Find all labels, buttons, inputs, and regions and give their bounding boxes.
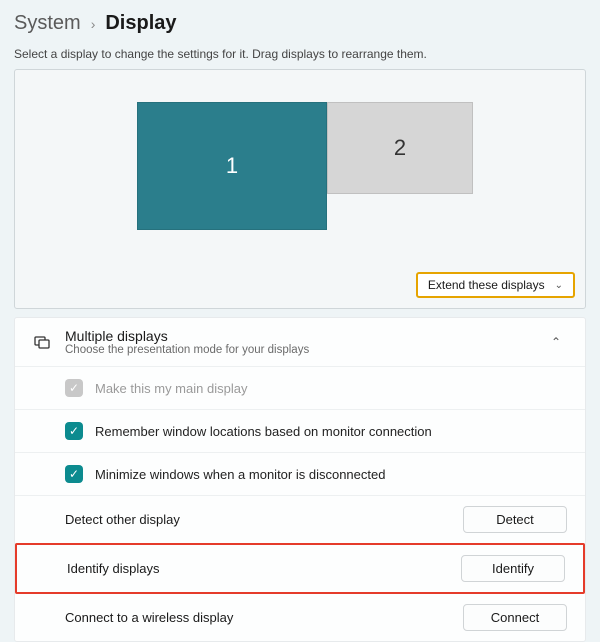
row-connect-wireless: Connect to a wireless display Connect [15, 594, 585, 641]
option-remember-locations[interactable]: ✓ Remember window locations based on mon… [15, 410, 585, 453]
connect-button[interactable]: Connect [463, 604, 567, 631]
label-minimize-windows: Minimize windows when a monitor is disco… [95, 467, 567, 482]
option-minimize-windows[interactable]: ✓ Minimize windows when a monitor is dis… [15, 453, 585, 496]
chevron-up-icon: ⌃ [551, 335, 561, 349]
chevron-right-icon: › [91, 16, 96, 32]
option-main-display: ✓ Make this my main display [15, 367, 585, 410]
identify-button[interactable]: Identify [461, 555, 565, 582]
display-mode-label: Extend these displays [428, 278, 545, 292]
multiple-displays-header[interactable]: Multiple displays Choose the presentatio… [15, 318, 585, 367]
displays-icon [33, 333, 51, 351]
label-identify: Identify displays [67, 561, 461, 576]
display-1[interactable]: 1 [137, 102, 327, 230]
chevron-down-icon: ⌄ [555, 280, 563, 291]
panel-subtitle: Choose the presentation mode for your di… [65, 344, 537, 356]
row-detect-display: Detect other display Detect [15, 496, 585, 544]
breadcrumb: System › Display [14, 12, 586, 35]
display-mode-dropdown[interactable]: Extend these displays ⌄ [416, 272, 575, 298]
label-detect: Detect other display [65, 512, 463, 527]
label-connect: Connect to a wireless display [65, 610, 463, 625]
instruction-text: Select a display to change the settings … [14, 47, 586, 61]
label-main-display: Make this my main display [95, 381, 567, 396]
breadcrumb-current: Display [105, 12, 176, 35]
panel-title: Multiple displays [65, 328, 537, 344]
checkbox-remember-locations[interactable]: ✓ [65, 422, 83, 440]
multiple-displays-panel: Multiple displays Choose the presentatio… [14, 317, 586, 642]
breadcrumb-parent[interactable]: System [14, 12, 81, 35]
display-arrangement-area: 1 2 Extend these displays ⌄ [14, 69, 586, 309]
checkbox-main-display: ✓ [65, 379, 83, 397]
label-remember-locations: Remember window locations based on monit… [95, 424, 567, 439]
checkbox-minimize-windows[interactable]: ✓ [65, 465, 83, 483]
display-2[interactable]: 2 [327, 102, 473, 194]
detect-button[interactable]: Detect [463, 506, 567, 533]
row-identify-displays: Identify displays Identify [15, 543, 585, 594]
